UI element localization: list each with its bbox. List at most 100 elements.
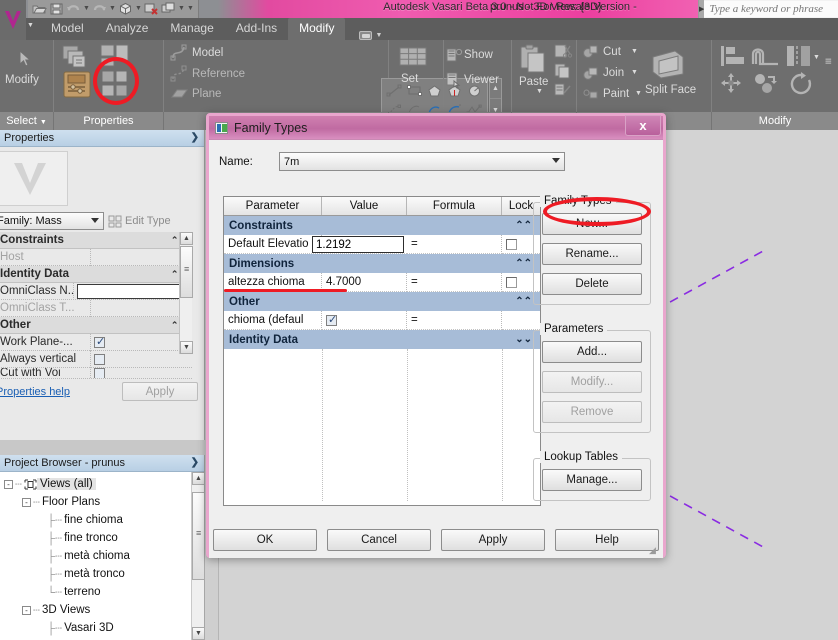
edit-type-button[interactable]: Edit Type — [108, 215, 171, 228]
properties-group-identity-data[interactable]: Identity Data ⌃⌃ — [0, 266, 192, 283]
chioma-checkbox[interactable] — [326, 313, 337, 326]
cut-with-voids-checkbox[interactable] — [94, 368, 105, 378]
family-types-button-icon[interactable] — [100, 70, 132, 103]
rename-button[interactable]: Rename... — [542, 243, 642, 265]
collapse-chevron-icon[interactable]: ⌃⌃ — [515, 258, 532, 269]
close-icon[interactable]: x — [625, 115, 661, 136]
ribbon-minimize-dropdown-icon[interactable]: ▼ — [375, 32, 382, 39]
properties-palette-collapse-icon[interactable]: ❯ — [191, 132, 199, 143]
remove-parameter-button[interactable]: Remove — [542, 401, 642, 423]
parameter-value[interactable]: 4.7000 — [322, 273, 407, 292]
collapse-chevron-icon[interactable]: ⌃⌃ — [515, 296, 532, 307]
quick-access-toolbar[interactable]: ▼ ▼ ▼ ▼ ▼ — [28, 0, 199, 18]
search-input[interactable] — [704, 1, 838, 17]
lock-checkbox[interactable] — [506, 276, 517, 288]
tree-item-floor-plans[interactable]: - ┄ Floor Plans — [2, 493, 204, 511]
move-icon[interactable] — [718, 72, 744, 99]
tab-add-ins[interactable]: Add-Ins — [225, 18, 288, 40]
redo-icon[interactable] — [92, 2, 107, 16]
parameter-formula[interactable]: = — [407, 235, 502, 254]
copy-clipboard-icon[interactable] — [554, 63, 572, 82]
scrollbar-thumb[interactable] — [180, 246, 193, 298]
save-icon[interactable] — [49, 2, 64, 16]
tree-item-3d-views[interactable]: - ┄ 3D Views — [2, 601, 204, 619]
show-workplane-icon[interactable] — [446, 47, 463, 66]
scroll-down-icon[interactable]: ▼ — [180, 341, 193, 354]
mirror-dropdown-icon[interactable]: ▼ — [813, 54, 820, 61]
scrollbar-thumb[interactable] — [192, 492, 205, 580]
cut-clipboard-icon[interactable] — [554, 43, 573, 62]
table-row-chioma[interactable]: chioma (defaul = — [224, 311, 540, 330]
join-dropdown-icon[interactable]: ▼ — [631, 69, 638, 76]
parameter-formula[interactable]: = — [407, 273, 502, 292]
cancel-button[interactable]: Cancel — [327, 529, 431, 551]
family-type-name-combo[interactable]: 7m — [279, 152, 565, 171]
join-geometry-icon[interactable] — [582, 66, 599, 84]
always-vertical-checkbox[interactable] — [94, 353, 105, 365]
tree-item-terreno[interactable]: └┄ terreno — [2, 583, 204, 601]
reference-line-icon[interactable] — [170, 65, 188, 85]
chevron-down-icon[interactable] — [552, 158, 560, 163]
cut-label[interactable]: Cut — [603, 46, 621, 58]
tree-item-views-all[interactable]: - ┄ Views (all) — [2, 475, 204, 493]
scroll-down-icon[interactable]: ▼ — [192, 627, 205, 640]
table-group-dimensions[interactable]: Dimensions ⌃⌃ — [224, 254, 540, 273]
apply-button[interactable]: Apply — [441, 529, 545, 551]
redo-dropdown-icon[interactable]: ▼ — [109, 2, 116, 16]
undo-icon[interactable] — [66, 2, 81, 16]
dialog-title-bar[interactable]: Family Types x — [209, 115, 663, 140]
viewer-workplane-icon[interactable] — [446, 72, 463, 91]
property-value[interactable] — [90, 248, 192, 266]
open-icon[interactable] — [32, 2, 47, 16]
project-browser-collapse-icon[interactable]: ❯ — [191, 457, 199, 468]
show-label[interactable]: Show — [464, 49, 493, 61]
tab-model[interactable]: Model — [40, 18, 95, 40]
table-empty-area[interactable] — [224, 349, 540, 501]
join-label[interactable]: Join — [603, 67, 624, 79]
tab-modify[interactable]: Modify — [288, 18, 346, 40]
select-dropdown-icon[interactable]: ▼ — [40, 119, 47, 126]
close-hidden-windows-icon[interactable] — [144, 2, 159, 16]
property-value[interactable] — [90, 299, 192, 317]
tree-item-vasari-3d[interactable]: ├┄ Vasari 3D — [2, 619, 204, 637]
paint-label[interactable]: Paint — [603, 88, 629, 100]
paste-label[interactable]: Paste — [519, 76, 548, 88]
copy-move-icon[interactable] — [752, 73, 780, 98]
qat-customize-icon[interactable]: ▼ — [187, 2, 194, 16]
column-header-parameter[interactable]: Parameter — [224, 197, 322, 215]
undo-dropdown-icon[interactable]: ▼ — [83, 2, 90, 16]
properties-group-constraints[interactable]: Constraints ⌃⌃ — [0, 232, 192, 249]
model-line-icon[interactable] — [170, 44, 188, 64]
new-button[interactable]: New... — [542, 213, 642, 235]
table-group-constraints[interactable]: Constraints ⌃⌃ — [224, 216, 540, 235]
omniclass-number-input[interactable] — [77, 283, 192, 299]
properties-row-host[interactable]: Host — [0, 248, 192, 266]
properties-row-always-vertical[interactable]: Always vertical — [0, 350, 192, 368]
mirror-icon[interactable] — [786, 45, 812, 70]
paint-dropdown-icon[interactable]: ▼ — [635, 90, 642, 97]
tree-item-fine-tronco[interactable]: ├┄ fine tronco — [2, 529, 204, 547]
property-value-cell[interactable] — [73, 282, 192, 300]
tab-manage[interactable]: Manage — [159, 18, 224, 40]
properties-help-link[interactable]: Properties help — [0, 386, 70, 398]
properties-scrollbar[interactable]: ▲ ▼ — [179, 232, 193, 354]
delete-button[interactable]: Delete — [542, 273, 642, 295]
panel-title-select[interactable]: Select ▼ — [0, 112, 54, 130]
reference-plane-icon[interactable] — [170, 87, 188, 104]
default-3d-view-icon[interactable] — [118, 2, 133, 16]
apply-button[interactable]: Apply — [122, 382, 198, 401]
ribbon-minimize-icon[interactable] — [359, 31, 373, 40]
set-workplane-icon[interactable] — [398, 46, 430, 73]
family-category-icon[interactable] — [100, 44, 130, 73]
application-menu-dropdown-icon[interactable]: ▼ — [27, 22, 34, 29]
lock-checkbox[interactable] — [506, 238, 517, 250]
expander-icon[interactable]: - — [22, 497, 31, 507]
set-label[interactable]: Set — [401, 73, 418, 85]
table-group-identity-data[interactable]: Identity Data ⌄⌄ — [224, 330, 540, 349]
plane-label[interactable]: Plane — [192, 88, 221, 100]
scroll-up-icon[interactable]: ▲ — [192, 472, 205, 485]
properties-row-work-plane-based[interactable]: Work Plane-... — [0, 333, 192, 351]
paste-dropdown-icon[interactable]: ▼ — [536, 88, 543, 95]
view-dropdown-icon[interactable]: ▼ — [135, 2, 142, 16]
expander-icon[interactable]: - — [22, 605, 31, 615]
